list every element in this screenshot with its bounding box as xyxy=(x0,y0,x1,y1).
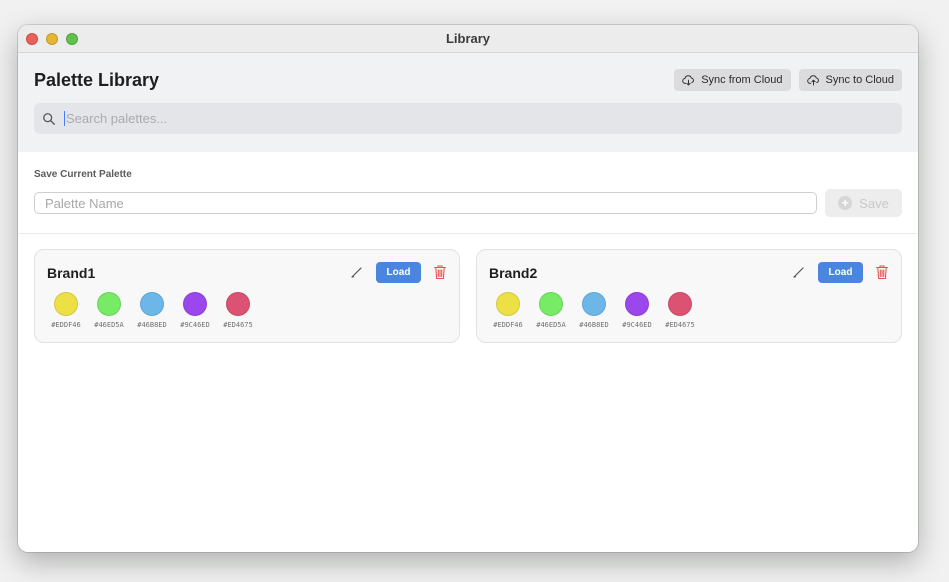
color-circle xyxy=(97,292,121,316)
color-hex-label: #46B8ED xyxy=(137,321,167,329)
palette-card: Brand1 Load #EDDF46 #46ED5A #46B8ED #9C4… xyxy=(34,249,460,343)
save-palette-section: Save Current Palette + Save xyxy=(18,152,918,234)
color-circle xyxy=(539,292,563,316)
color-hex-label: #EDDF46 xyxy=(493,321,523,329)
library-header: Palette Library Sync from Cloud Sync to … xyxy=(18,53,918,152)
color-hex-label: #46B8ED xyxy=(579,321,609,329)
color-circle xyxy=(625,292,649,316)
color-swatch[interactable]: #46B8ED xyxy=(575,292,613,329)
save-button[interactable]: + Save xyxy=(825,189,902,217)
search-input[interactable] xyxy=(64,111,838,126)
palette-name: Brand1 xyxy=(47,265,96,281)
color-swatches: #EDDF46 #46ED5A #46B8ED #9C46ED #ED4675 xyxy=(47,292,257,329)
color-circle xyxy=(582,292,606,316)
trash-icon[interactable] xyxy=(875,264,889,280)
color-swatch[interactable]: #46ED5A xyxy=(532,292,570,329)
page-title: Palette Library xyxy=(34,70,160,90)
color-hex-label: #9C46ED xyxy=(180,321,210,329)
search-bar[interactable] xyxy=(34,103,902,134)
color-swatch[interactable]: #9C46ED xyxy=(618,292,656,329)
color-swatch[interactable]: #46B8ED xyxy=(133,292,171,329)
pencil-icon[interactable] xyxy=(793,266,805,278)
color-swatches: #EDDF46 #46ED5A #46B8ED #9C46ED #ED4675 xyxy=(489,292,699,329)
save-section-label: Save Current Palette xyxy=(34,169,132,180)
palette-name-input[interactable] xyxy=(34,192,817,214)
color-swatch[interactable]: #ED4675 xyxy=(219,292,257,329)
color-hex-label: #9C46ED xyxy=(622,321,652,329)
color-hex-label: #46ED5A xyxy=(94,321,124,329)
color-circle xyxy=(668,292,692,316)
color-circle xyxy=(140,292,164,316)
sync-from-cloud-button[interactable]: Sync from Cloud xyxy=(674,69,791,91)
load-button[interactable]: Load xyxy=(818,262,863,283)
color-swatch[interactable]: #9C46ED xyxy=(176,292,214,329)
color-swatch[interactable]: #EDDF46 xyxy=(489,292,527,329)
color-circle xyxy=(226,292,250,316)
save-button-label: Save xyxy=(859,195,889,211)
close-window-button[interactable] xyxy=(26,33,38,45)
trash-icon[interactable] xyxy=(433,264,447,280)
sync-from-cloud-label: Sync from Cloud xyxy=(701,74,783,86)
sync-to-cloud-button[interactable]: Sync to Cloud xyxy=(798,69,902,91)
sync-to-cloud-label: Sync to Cloud xyxy=(825,74,894,86)
color-hex-label: #46ED5A xyxy=(536,321,566,329)
search-icon xyxy=(43,112,55,125)
zoom-window-button[interactable] xyxy=(66,33,78,45)
color-circle xyxy=(496,292,520,316)
color-circle xyxy=(54,292,78,316)
color-circle xyxy=(183,292,207,316)
color-hex-label: #ED4675 xyxy=(665,321,695,329)
color-swatch[interactable]: #EDDF46 xyxy=(47,292,85,329)
pencil-icon[interactable] xyxy=(351,266,363,278)
title-bar: Library xyxy=(18,25,918,53)
color-swatch[interactable]: #ED4675 xyxy=(661,292,699,329)
cloud-upload-icon xyxy=(806,74,819,85)
window-title: Library xyxy=(445,31,491,46)
color-swatch[interactable]: #46ED5A xyxy=(90,292,128,329)
cloud-download-icon xyxy=(682,74,695,85)
minimize-window-button[interactable] xyxy=(46,33,58,45)
color-hex-label: #EDDF46 xyxy=(51,321,81,329)
sync-buttons: Sync from Cloud Sync to Cloud xyxy=(674,69,902,91)
window-controls xyxy=(26,33,78,45)
color-hex-label: #ED4675 xyxy=(223,321,253,329)
palette-name: Brand2 xyxy=(489,265,538,281)
palette-card: Brand2 Load #EDDF46 #46ED5A #46B8ED #9C4… xyxy=(476,249,902,343)
plus-circle-icon: + xyxy=(838,196,853,210)
load-button[interactable]: Load xyxy=(376,262,421,283)
library-window: Library Palette Library Sync from Cloud … xyxy=(18,25,918,552)
